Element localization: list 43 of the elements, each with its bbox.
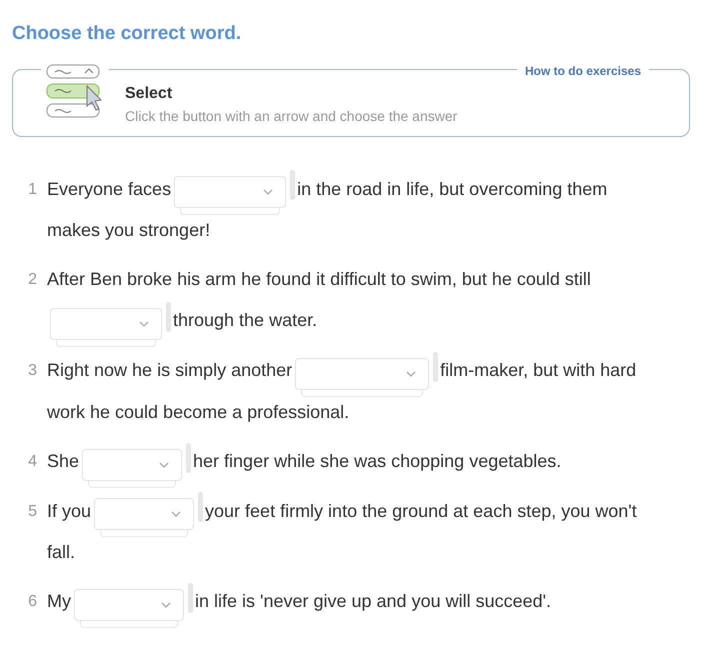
answer-dropdown[interactable] [82,448,182,480]
answer-dropdown[interactable] [174,176,286,208]
sentence-text: She [47,450,80,471]
item-number: 4 [27,452,38,472]
item-number: 1 [27,180,38,200]
chevron-down-icon [161,602,171,608]
sentence-text: Everyone faces [47,178,172,198]
chevron-down-icon [171,511,182,518]
answer-dropdown[interactable] [50,308,162,340]
drag-handle [188,583,193,613]
drag-handle [198,492,204,522]
sentence-text: If you [47,500,92,520]
chevron-down-icon [159,462,170,468]
instruction-heading: Select [125,84,174,104]
sentence-text: makes you stronger! [47,220,210,240]
select-list-icon [45,64,105,120]
item-number: 2 [27,270,38,290]
sentence-text: work he could become a professional. [47,402,350,422]
chevron-down-icon [263,189,274,196]
answer-dropdown[interactable] [295,358,430,390]
instruction-text: Click the button with an arrow and choose the answer [125,107,458,126]
drag-handle [186,442,192,472]
answer-dropdown[interactable] [74,589,184,621]
chevron-down-icon [406,370,416,377]
sentence-text: your feet firmly into the ground at each step, you won't [205,500,637,520]
drag-handle [166,302,171,332]
sentence-text: in life is 'never give up and you will succeed'. [195,591,552,612]
sentence-text: My [47,591,71,612]
sentence-text: Right now he is simply another [47,360,292,380]
sentence-text: in the road in life, but overcoming them [297,178,608,198]
sentence-text: film-maker, but with hard [440,360,636,380]
exercise-title: Choose the correct word. [12,22,242,46]
item-number: 6 [27,592,38,612]
sentence-text: fall. [47,542,76,562]
item-number: 3 [27,361,38,381]
drag-handle [433,352,438,382]
item-number: 5 [27,502,38,522]
drag-handle [290,170,296,200]
sentence-text: After Ben broke his arm he found it difficult to swim, but he could still [47,269,591,290]
sentence-text: her finger while she was chopping vegetables. [193,450,562,471]
chevron-down-icon [139,321,149,327]
sentence-text: through the water. [173,310,318,330]
answer-dropdown[interactable] [94,498,194,530]
